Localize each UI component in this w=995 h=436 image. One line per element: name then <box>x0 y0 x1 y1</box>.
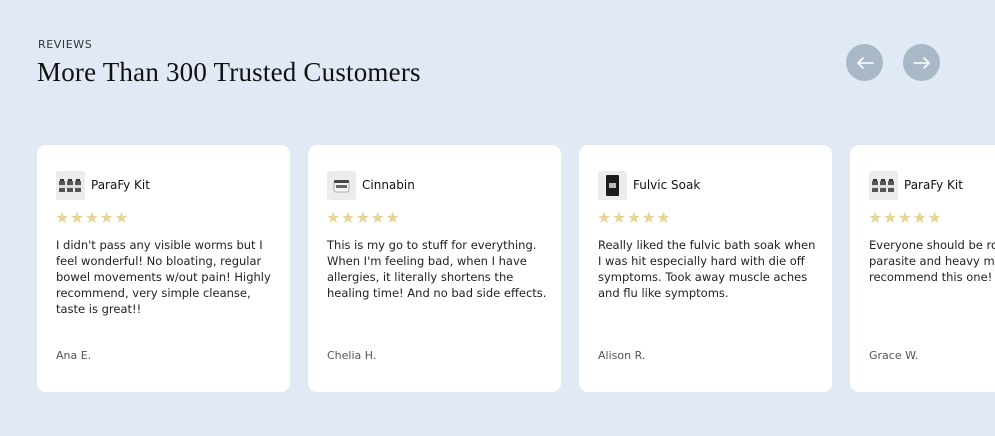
product-name[interactable]: ParaFy Kit <box>904 178 963 192</box>
star-rating: ★★★★★ <box>326 210 401 227</box>
review-card: ParaFy Kit ★★★★★ I didn't pass any visib… <box>37 145 290 392</box>
reviewer-name: Grace W. <box>869 349 919 362</box>
arrow-right-icon <box>912 56 930 69</box>
bottles-kit-icon[interactable] <box>56 171 85 200</box>
reviewer-name: Ana E. <box>56 349 92 362</box>
review-text: This is my go to stuff for everything. W… <box>327 238 547 300</box>
product-name[interactable]: Cinnabin <box>362 178 415 192</box>
product-name[interactable]: Fulvic Soak <box>633 178 700 192</box>
product-name[interactable]: ParaFy Kit <box>91 178 150 192</box>
reviewer-name: Chelia H. <box>327 349 377 362</box>
star-rating: ★★★★★ <box>597 210 672 227</box>
section-title: More Than 300 Trusted Customers <box>37 57 421 87</box>
star-rating: ★★★★★ <box>868 210 943 227</box>
bottles-kit-icon[interactable] <box>869 171 898 200</box>
section-eyebrow: REVIEWS <box>38 38 93 51</box>
review-card: ParaFy Kit ★★★★★ Everyone should be rout… <box>850 145 995 392</box>
arrow-left-icon <box>856 56 874 69</box>
next-button[interactable] <box>903 44 940 81</box>
jar-icon[interactable] <box>327 171 356 200</box>
review-text: Everyone should be rout parasite and hea… <box>869 237 995 285</box>
prev-button[interactable] <box>846 44 883 81</box>
pouch-icon[interactable] <box>598 171 627 200</box>
review-text-line: Everyone should be rout <box>869 238 995 252</box>
review-text: Really liked the fulvic bath soak when I… <box>598 238 816 300</box>
reviews-carousel: ParaFy Kit ★★★★★ I didn't pass any visib… <box>0 145 995 392</box>
review-card: Cinnabin ★★★★★ This is my go to stuff fo… <box>308 145 561 392</box>
reviewer-name: Alison R. <box>598 349 646 362</box>
review-text: I didn't pass any visible worms but I fe… <box>56 238 271 316</box>
review-card: Fulvic Soak ★★★★★ Really liked the fulvi… <box>579 145 832 392</box>
review-text-line: recommend this one! <box>869 270 993 284</box>
review-text-line: parasite and heavy meta <box>869 254 995 268</box>
star-rating: ★★★★★ <box>55 210 130 227</box>
